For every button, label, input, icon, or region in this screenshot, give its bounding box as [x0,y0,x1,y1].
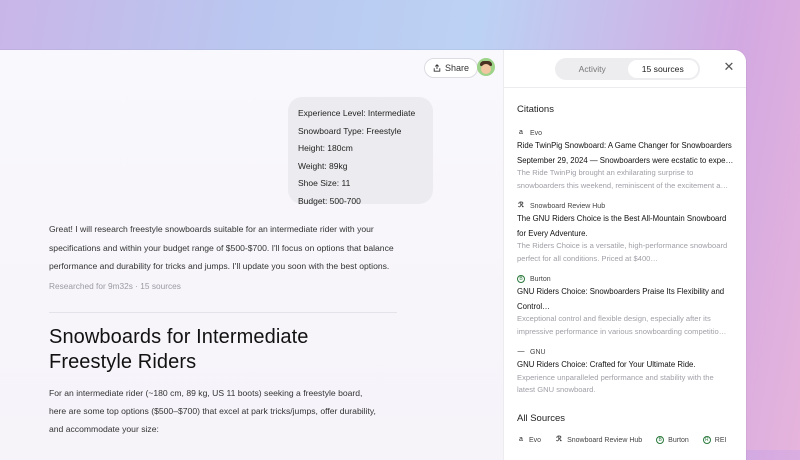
citation-snippet: impressive performance in various snowbo… [517,326,727,336]
citation-item[interactable]: B Burton GNU Riders Choice: Snowboarders… [517,274,739,338]
source-chip[interactable]: Snowboard Review Hub [567,437,642,444]
assistant-reply: Great! I will research freestyle snowboa… [49,224,394,271]
citation-title: September 29, 2024 — Snowboarders were e… [517,155,734,165]
citation-item[interactable]: a Evo Ride TwinPig Snowboard: A Game Cha… [517,128,739,192]
divider [49,312,397,313]
divider [504,87,746,88]
evo-logo-icon: a [519,436,523,443]
gnu-logo-icon: — [517,348,525,355]
avatar[interactable] [477,58,495,76]
review-hub-logo-icon: ℛ [518,202,524,209]
citation-snippet: snowboarders this weekend, reminiscent o… [517,180,729,190]
citation-title: Ride TwinPig Snowboard: A Game Changer f… [517,141,732,150]
burton-logo-icon: B [656,436,665,444]
user-message-bubble: Experience Level: Intermediate Snowboard… [288,97,433,206]
all-sources-heading: All Sources [517,413,566,424]
source-chip[interactable]: Burton [668,437,689,444]
sources-sidebar: Activity 15 sources ✕ Citations a Evo Ri… [503,50,746,460]
citation-source: Evo [530,129,543,137]
citation-snippet: The Ride TwinPig brought an exhilarating… [517,168,694,177]
citation-item[interactable]: ℛ Snowboard Review Hub The GNU Riders Ch… [517,201,739,265]
citation-source: GNU [530,348,546,356]
share-button[interactable]: Share [424,58,479,78]
citation-source: Burton [530,275,551,283]
research-status[interactable]: Researched for 9m32s · 15 sources [49,281,181,291]
user-message-line: Weight: 89kg [298,160,348,171]
source-chip[interactable]: REI [715,437,727,444]
tab-activity[interactable]: Activity [557,60,628,78]
close-icon[interactable]: ✕ [722,59,736,74]
citation-snippet: latest GNU snowboard. [517,385,596,394]
user-message-line: Height: 180cm [298,143,353,154]
user-message-line: Shoe Size: 11 [298,178,351,189]
citation-snippet: Experience unparalleled performance and … [517,372,714,382]
citations-heading: Citations [517,104,554,115]
tab-sources[interactable]: 15 sources [627,60,698,78]
chat-window: Share Experience Level: Intermediate Sno… [0,50,746,460]
citation-snippet: The Riders Choice is a versatile, high-p… [517,241,728,250]
citation-title: GNU Riders Choice: Snowboarders Praise I… [517,287,725,296]
citation-title: Control… [517,301,550,311]
burton-logo-icon: B [517,275,525,283]
source-chip[interactable]: Evo [529,437,541,444]
citation-title: The GNU Riders Choice is the Best All-Mo… [517,214,727,223]
sidebar-tabs: Activity 15 sources [555,58,700,80]
all-sources-list: a Evo ℛ Snowboard Review Hub B Burton R … [517,436,726,444]
citation-title: GNU Riders Choice: Crafted for Your Ulti… [517,360,696,369]
evo-logo-icon: a [519,129,523,136]
citation-item[interactable]: — GNU GNU Riders Choice: Crafted for You… [517,347,739,397]
citation-snippet: Exceptional control and flexible design,… [517,314,711,323]
citation-title: for Every Adventure. [517,228,588,238]
share-label: Share [445,63,470,73]
review-hub-logo-icon: ℛ [556,436,562,443]
citation-source: Snowboard Review Hub [530,202,606,210]
share-icon [433,64,441,72]
report-title: Snowboards for Intermediate Freestyle Ri… [49,326,309,373]
chat-main-panel: Share Experience Level: Intermediate Sno… [0,50,503,460]
user-message-line: Budget: 500-700 [298,195,361,206]
rei-logo-icon: R [702,436,711,444]
report-intro: For an intermediate rider (~180 cm, 89 k… [49,388,376,434]
user-message-line: Snowboard Type: Freestyle [298,125,402,136]
citation-snippet: perfect for all conditions. Priced at $4… [517,253,658,263]
user-message-line: Experience Level: Intermediate [298,108,416,118]
